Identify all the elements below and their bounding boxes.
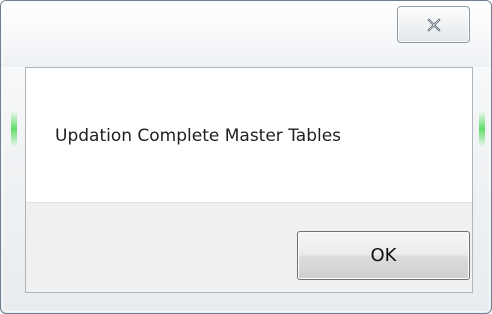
ok-button-label: OK bbox=[370, 244, 397, 266]
dialog-titlebar bbox=[1, 1, 491, 67]
close-button[interactable] bbox=[397, 6, 470, 43]
dialog-content: Updation Complete Master Tables OK bbox=[25, 67, 473, 293]
dialog-message: Updation Complete Master Tables bbox=[55, 126, 342, 146]
message-dialog: Updation Complete Master Tables OK bbox=[0, 0, 492, 314]
ok-button[interactable]: OK bbox=[297, 231, 470, 280]
left-glow-accent bbox=[11, 111, 17, 147]
dialog-footer: OK bbox=[26, 202, 472, 292]
message-area: Updation Complete Master Tables bbox=[26, 68, 472, 202]
close-icon bbox=[426, 17, 441, 32]
right-glow-accent bbox=[479, 111, 485, 147]
